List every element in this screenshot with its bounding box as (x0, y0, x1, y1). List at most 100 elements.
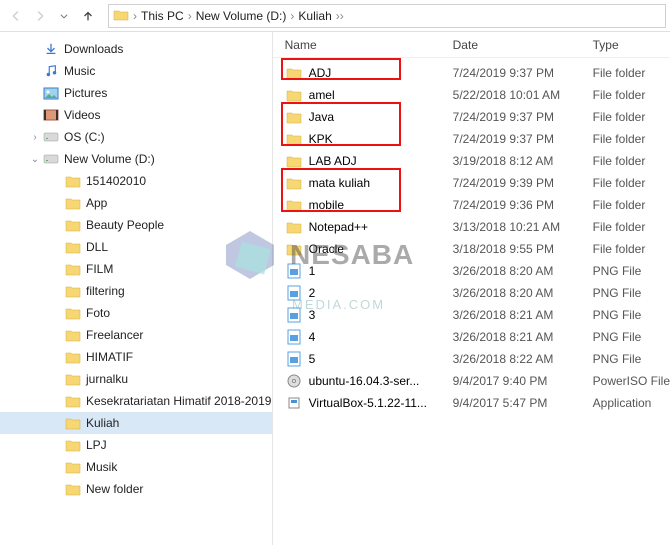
file-rows: ADJ7/24/2019 9:37 PMFile folderamel5/22/… (273, 58, 670, 414)
file-name: VirtualBox-5.1.22-11... (309, 396, 427, 410)
folder-icon (64, 481, 82, 497)
file-type: File folder (593, 110, 670, 124)
png-icon (285, 285, 303, 301)
tree-item[interactable]: New folder (0, 478, 272, 500)
chevron-right-icon: › (340, 9, 344, 23)
tree-item[interactable]: App (0, 192, 272, 214)
expand-toggle-icon[interactable]: › (28, 132, 42, 143)
tree-item[interactable]: filtering (0, 280, 272, 302)
file-row[interactable]: Java7/24/2019 9:37 PMFile folder (273, 106, 670, 128)
expand-toggle-icon[interactable]: ⌄ (28, 154, 42, 165)
column-header-date[interactable]: Date (453, 38, 593, 52)
file-row[interactable]: ADJ7/24/2019 9:37 PMFile folder (273, 62, 670, 84)
folder-icon (285, 87, 303, 103)
file-name: Oracle (309, 242, 344, 256)
column-header-name[interactable]: Name (273, 38, 453, 52)
file-name: 1 (309, 264, 316, 278)
file-type: File folder (593, 176, 670, 190)
file-row[interactable]: VirtualBox-5.1.22-11...9/4/2017 5:47 PMA… (273, 392, 670, 414)
tree-item[interactable]: Freelancer (0, 324, 272, 346)
file-name: 5 (309, 352, 316, 366)
breadcrumb-segment[interactable]: Kuliah (294, 9, 335, 23)
tree-item-label: Kuliah (86, 416, 119, 430)
tree-item[interactable]: Foto (0, 302, 272, 324)
breadcrumb-segment[interactable]: This PC (137, 9, 188, 23)
folder-icon (64, 371, 82, 387)
tree-item[interactable]: Videos (0, 104, 272, 126)
tree-item[interactable]: Kesekratariatan Himatif 2018-2019 (0, 390, 272, 412)
videos-icon (42, 107, 60, 123)
file-type: PNG File (593, 308, 670, 322)
file-row[interactable]: 43/26/2018 8:21 AMPNG File (273, 326, 670, 348)
tree-item-label: New folder (86, 482, 143, 496)
file-type: PNG File (593, 330, 670, 344)
nav-back-button[interactable] (4, 4, 28, 28)
folder-icon (64, 349, 82, 365)
tree-item-label: Musik (86, 460, 117, 474)
file-row[interactable]: ubuntu-16.04.3-ser...9/4/2017 9:40 PMPow… (273, 370, 670, 392)
tree-item[interactable]: ›OS (C:) (0, 126, 272, 148)
tree-item-label: jurnalku (86, 372, 128, 386)
folder-icon (64, 415, 82, 431)
tree-item[interactable]: DLL (0, 236, 272, 258)
sidebar-tree[interactable]: DownloadsMusicPicturesVideos›OS (C:)⌄New… (0, 32, 272, 545)
png-icon (285, 263, 303, 279)
file-row[interactable]: KPK7/24/2019 9:37 PMFile folder (273, 128, 670, 150)
drive-icon (42, 129, 60, 145)
folder-icon (113, 8, 129, 24)
tree-item[interactable]: ⌄New Volume (D:) (0, 148, 272, 170)
tree-item[interactable]: jurnalku (0, 368, 272, 390)
folder-icon (64, 173, 82, 189)
file-row[interactable]: mata kuliah7/24/2019 9:39 PMFile folder (273, 172, 670, 194)
file-row[interactable]: Oracle3/18/2018 9:55 PMFile folder (273, 238, 670, 260)
folder-icon (64, 459, 82, 475)
tree-item[interactable]: LPJ (0, 434, 272, 456)
tree-item-label: LPJ (86, 438, 107, 452)
tree-item[interactable]: Music (0, 60, 272, 82)
file-row[interactable]: 53/26/2018 8:22 AMPNG File (273, 348, 670, 370)
file-date: 7/24/2019 9:37 PM (453, 132, 593, 146)
nav-forward-button[interactable] (28, 4, 52, 28)
tree-item-label: App (86, 196, 107, 210)
file-type: File folder (593, 154, 670, 168)
file-name: 3 (309, 308, 316, 322)
tree-item[interactable]: Kuliah (0, 412, 272, 434)
file-name: 2 (309, 286, 316, 300)
column-header-type[interactable]: Type (593, 38, 670, 52)
file-date: 3/19/2018 8:12 AM (453, 154, 593, 168)
tree-item[interactable]: Downloads (0, 38, 272, 60)
file-row[interactable]: mobile7/24/2019 9:36 PMFile folder (273, 194, 670, 216)
breadcrumb[interactable]: › This PC›New Volume (D:)›Kuliah› › (108, 4, 666, 28)
chevron-down-icon (59, 11, 69, 21)
download-icon (42, 41, 60, 57)
drive-icon (42, 151, 60, 167)
file-date: 3/13/2018 10:21 AM (453, 220, 593, 234)
arrow-left-icon (9, 9, 23, 23)
file-date: 7/24/2019 9:39 PM (453, 176, 593, 190)
file-type: File folder (593, 198, 670, 212)
exe-icon (285, 395, 303, 411)
nav-recent-button[interactable] (52, 4, 76, 28)
file-date: 7/24/2019 9:36 PM (453, 198, 593, 212)
file-row[interactable]: 13/26/2018 8:20 AMPNG File (273, 260, 670, 282)
nav-up-button[interactable] (76, 4, 100, 28)
file-name: KPK (309, 132, 333, 146)
tree-item[interactable]: FILM (0, 258, 272, 280)
tree-item[interactable]: Musik (0, 456, 272, 478)
file-type: File folder (593, 220, 670, 234)
file-row[interactable]: LAB ADJ3/19/2018 8:12 AMFile folder (273, 150, 670, 172)
file-row[interactable]: Notepad++3/13/2018 10:21 AMFile folder (273, 216, 670, 238)
arrow-right-icon (33, 9, 47, 23)
file-date: 3/26/2018 8:21 AM (453, 308, 593, 322)
column-headers: Name Date Type (273, 32, 670, 58)
file-row[interactable]: 3 3/26/2018 8:21 AMPNG File (273, 304, 670, 326)
tree-item[interactable]: Pictures (0, 82, 272, 104)
tree-item[interactable]: HIMATIF (0, 346, 272, 368)
tree-item[interactable]: Beauty People (0, 214, 272, 236)
breadcrumb-segment[interactable]: New Volume (D:) (192, 9, 291, 23)
file-row[interactable]: 23/26/2018 8:20 AMPNG File (273, 282, 670, 304)
file-type: PowerISO File (593, 374, 670, 388)
tree-item[interactable]: 151402010 (0, 170, 272, 192)
folder-icon (64, 195, 82, 211)
file-row[interactable]: amel5/22/2018 10:01 AMFile folder (273, 84, 670, 106)
